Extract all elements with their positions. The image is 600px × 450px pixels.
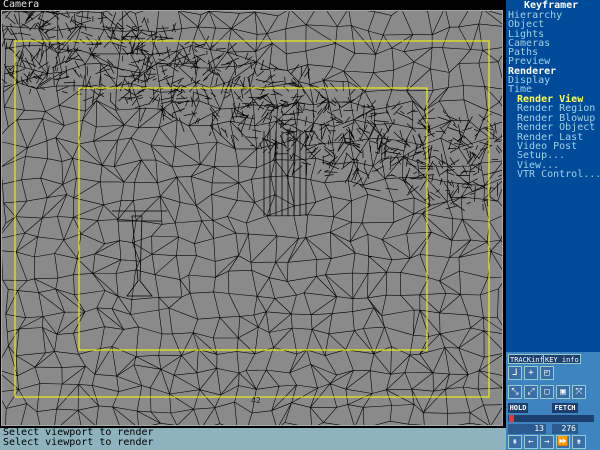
zoom-region-icon[interactable]: ◰ — [540, 366, 554, 380]
zoom-extents-icon[interactable]: ▢ — [540, 385, 554, 399]
fetch-button[interactable]: FETCH — [552, 403, 578, 413]
pan-icon[interactable]: + — [524, 366, 538, 380]
current-frame-field[interactable]: 13 — [508, 424, 546, 434]
zoom-out-icon[interactable]: ⤢ — [524, 385, 538, 399]
next-frame-icon[interactable]: → — [540, 435, 554, 449]
viewport-label: Camera — [3, 0, 40, 10]
camera-viewport[interactable]: Camera 42 — [0, 0, 506, 428]
zoom-extents-all-icon[interactable]: ▣ — [556, 385, 570, 399]
renderer-submenu: Render View Render Region Render Blowup Ren… — [517, 94, 600, 180]
main-menu: Hierarchy Object Lights Cameras Paths Preview… — [508, 10, 562, 95]
submenu-item-vtr-control[interactable]: VTR Control... — [517, 169, 600, 179]
go-to-start-icon[interactable]: ⇞ — [508, 435, 522, 449]
go-to-end-icon[interactable]: ⇟ — [572, 435, 586, 449]
maximize-viewport-icon[interactable]: ⤧ — [572, 385, 586, 399]
frame-slider[interactable] — [508, 415, 594, 422]
key-info-button[interactable]: KEY info — [543, 354, 581, 364]
frame-number-label: 42 — [251, 396, 261, 405]
hold-button[interactable]: HOLD — [508, 403, 528, 413]
prev-frame-icon[interactable]: ← — [524, 435, 538, 449]
status-bar: Select viewport to render Select viewpor… — [0, 428, 506, 450]
play-icon[interactable]: ⏩ — [556, 435, 570, 449]
zoom-in-icon[interactable]: ⤡ — [508, 385, 522, 399]
wireframe-view[interactable]: 42 — [1, 10, 503, 426]
axis-constrain-icon[interactable]: ⅃ — [508, 366, 522, 380]
status-line-2: Select viewport to render — [3, 437, 154, 448]
keyframe-controls: TRACKinfo KEY info ⅃ + ◰ ⤡ ⤢ ▢ ▣ ⤧ HOLD … — [506, 352, 600, 450]
total-frames-field[interactable]: 276 — [552, 424, 578, 434]
wireframe-mesh — [2, 11, 502, 425]
frame-slider-thumb[interactable] — [509, 415, 514, 422]
